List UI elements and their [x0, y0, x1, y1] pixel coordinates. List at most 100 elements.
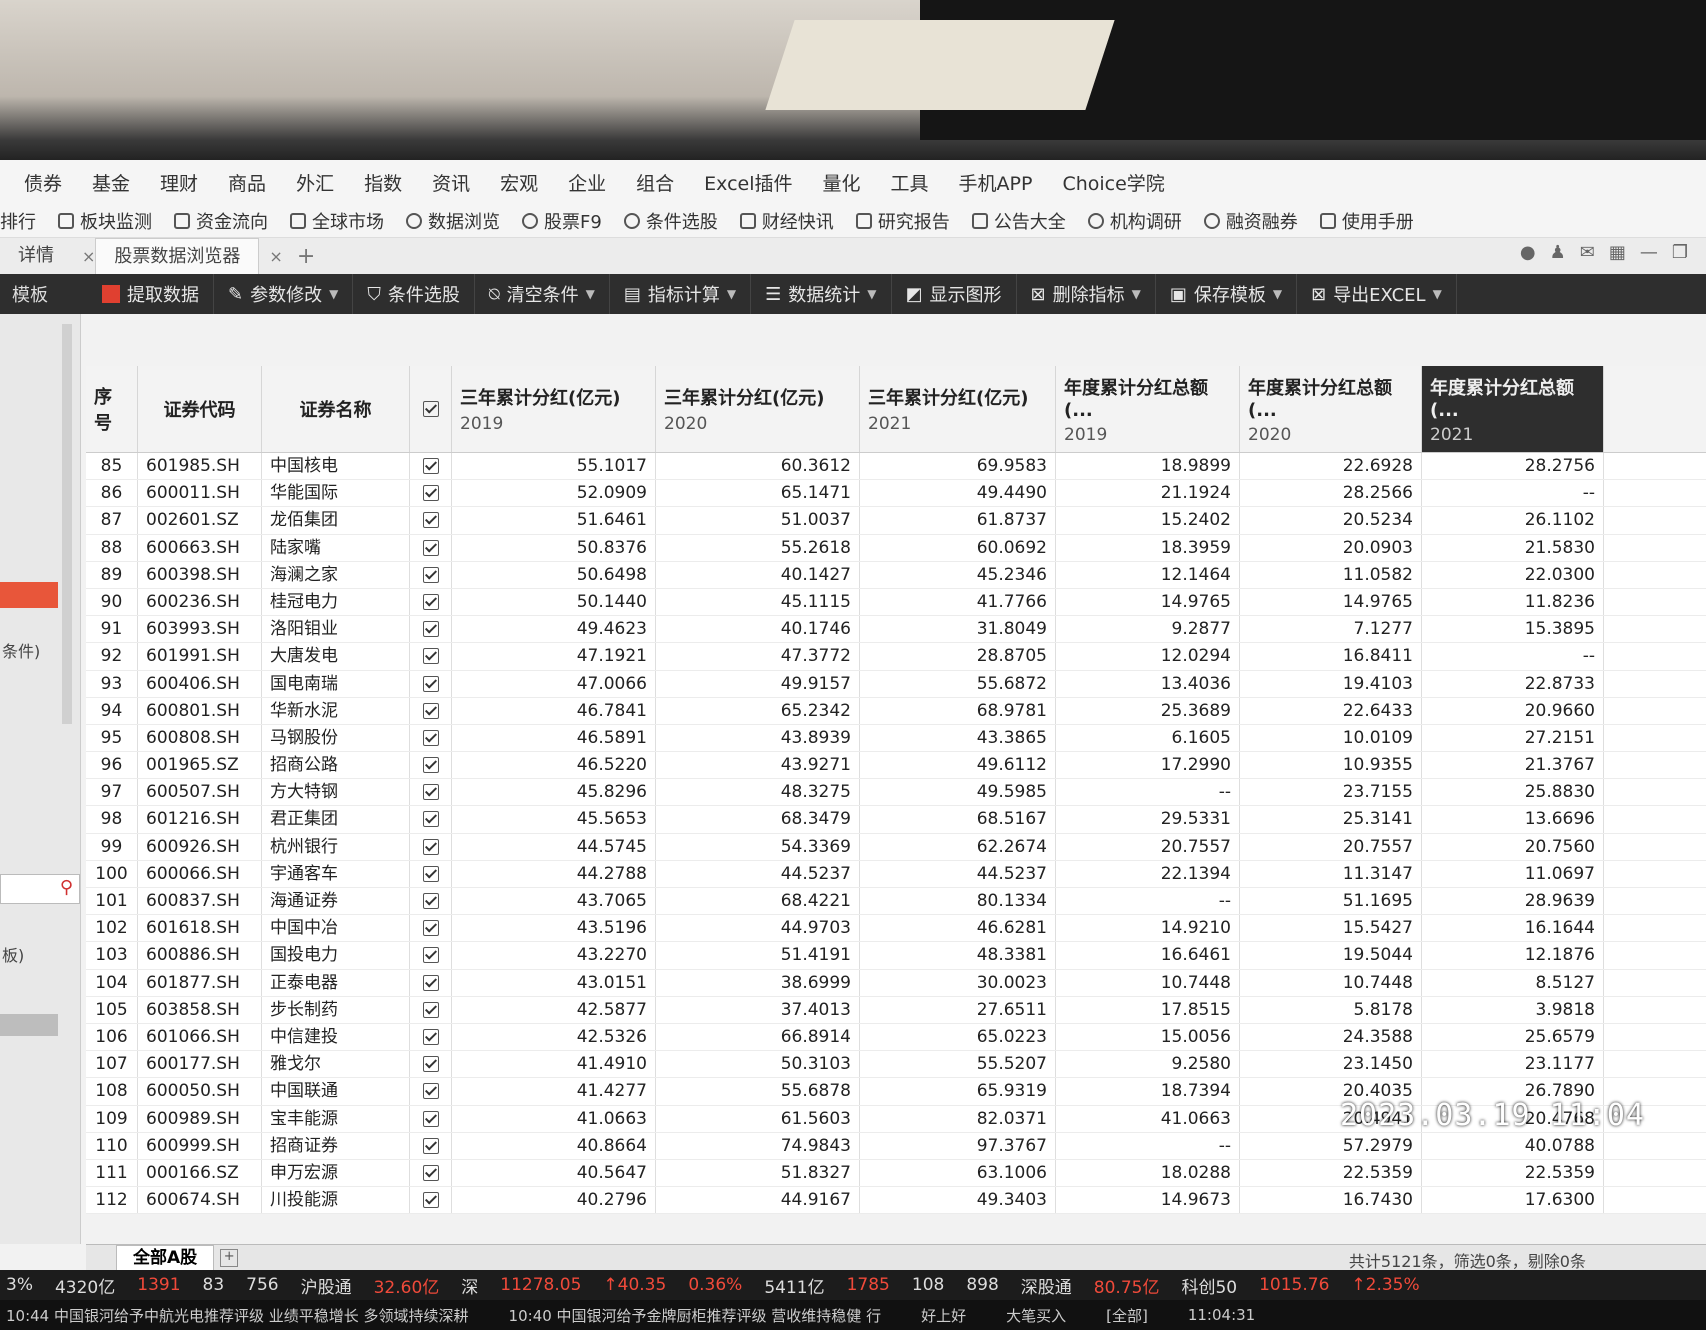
- cell-name[interactable]: 华新水泥: [262, 697, 410, 724]
- cell-name[interactable]: 大唐发电: [262, 643, 410, 670]
- data-stats-button[interactable]: ☰ 数据统计 ▼: [751, 274, 892, 314]
- header-col5[interactable]: 年度累计分红总额(... 2020: [1240, 366, 1422, 452]
- cell-value[interactable]: 37.4013: [656, 996, 860, 1023]
- cell-name[interactable]: 申万宏源: [262, 1159, 410, 1187]
- cell-value[interactable]: 25.3141: [1240, 806, 1422, 833]
- table-row[interactable]: 94 600801.SH 华新水泥 46.7841 65.2342 68.9781 25.3…: [86, 697, 1706, 725]
- cell-value[interactable]: 46.5891: [452, 724, 656, 752]
- menu-item[interactable]: 外汇: [296, 169, 334, 196]
- table-row[interactable]: 107 600177.SH 雅戈尔 41.4910 50.3103 55.5207 9.25…: [86, 1051, 1706, 1079]
- cell-value[interactable]: 66.8914: [656, 1023, 860, 1051]
- cell-value[interactable]: 46.7841: [452, 697, 656, 724]
- toolbar-item[interactable]: 资金流向: [174, 208, 268, 234]
- cell-value[interactable]: 11.0582: [1240, 561, 1422, 588]
- cell-value[interactable]: 48.3381: [860, 942, 1056, 969]
- cell-code[interactable]: 601216.SH: [138, 806, 262, 833]
- cell-seq[interactable]: 94: [86, 697, 138, 724]
- cell-value[interactable]: 8.5127: [1422, 969, 1604, 996]
- table-row[interactable]: 95 600808.SH 马钢股份 46.5891 43.8939 43.3865 6.16…: [86, 724, 1706, 753]
- toolbar-item[interactable]: 使用手册: [1319, 208, 1414, 234]
- menu-item[interactable]: Choice学院: [1062, 169, 1164, 196]
- cell-code[interactable]: 600011.SH: [138, 480, 262, 507]
- cell-value[interactable]: 14.9210: [1056, 915, 1240, 942]
- clear-conditions-button[interactable]: ⍉ 清空条件 ▼: [475, 274, 610, 314]
- row-checkbox[interactable]: [422, 1137, 439, 1154]
- toolbar-item[interactable]: 财经快讯: [739, 208, 834, 234]
- cell-name[interactable]: 华能国际: [262, 480, 410, 507]
- cell-value[interactable]: 49.4490: [860, 480, 1056, 507]
- minimize-icon[interactable]: —: [1640, 242, 1658, 263]
- cell-seq[interactable]: 109: [86, 1105, 138, 1132]
- cell-value[interactable]: 26.1102: [1422, 507, 1604, 534]
- header-col6[interactable]: 年度累计分红总额(... 2021: [1422, 366, 1604, 452]
- toolbar-item[interactable]: 条件选股: [623, 208, 718, 234]
- table-row[interactable]: 88 600663.SH 陆家嘴 50.8376 55.2618 60.0692 18.39…: [86, 534, 1706, 562]
- cell-value[interactable]: 21.1924: [1056, 480, 1240, 507]
- cell-code[interactable]: 601066.SH: [138, 1023, 262, 1051]
- cell-code[interactable]: 600886.SH: [138, 942, 262, 969]
- tab-details[interactable]: 详情: [0, 238, 72, 274]
- row-checkbox[interactable]: [422, 566, 439, 583]
- cell-value[interactable]: 25.8830: [1422, 779, 1604, 806]
- cell-value[interactable]: 15.2402: [1056, 507, 1240, 534]
- cell-code[interactable]: 600177.SH: [138, 1051, 262, 1078]
- cell-seq[interactable]: 104: [86, 969, 138, 996]
- cell-value[interactable]: 5.8178: [1240, 996, 1422, 1023]
- cell-value[interactable]: 14.9765: [1056, 588, 1240, 616]
- cell-value[interactable]: 45.5653: [452, 806, 656, 833]
- cell-code[interactable]: 600926.SH: [138, 833, 262, 860]
- row-checkbox-cell[interactable]: [410, 915, 452, 942]
- cell-value[interactable]: 49.5985: [860, 779, 1056, 806]
- header-code[interactable]: 证券代码: [138, 366, 262, 452]
- cell-value[interactable]: 20.0903: [1240, 534, 1422, 561]
- sidebar-scrollbar[interactable]: [62, 324, 72, 724]
- cell-code[interactable]: 600989.SH: [138, 1105, 262, 1132]
- menu-item[interactable]: 工具: [891, 169, 929, 196]
- cell-name[interactable]: 招商公路: [262, 752, 410, 779]
- cell-name[interactable]: 陆家嘴: [262, 534, 410, 561]
- cell-code[interactable]: 600837.SH: [138, 888, 262, 915]
- cell-value[interactable]: 22.6928: [1240, 453, 1422, 480]
- cell-value[interactable]: 24.3588: [1240, 1023, 1422, 1051]
- cell-value[interactable]: 22.5359: [1240, 1159, 1422, 1187]
- menu-item[interactable]: 商品: [228, 169, 266, 196]
- cell-value[interactable]: 43.2270: [452, 942, 656, 969]
- row-checkbox[interactable]: [422, 539, 439, 556]
- cell-value[interactable]: 51.1695: [1240, 888, 1422, 915]
- table-row[interactable]: 110 600999.SH 招商证券 40.8664 74.9843 97.3767 -- 5…: [86, 1132, 1706, 1160]
- cell-value[interactable]: 44.2788: [452, 860, 656, 887]
- cell-value[interactable]: 43.5196: [452, 915, 656, 942]
- table-row[interactable]: 85 601985.SH 中国核电 55.1017 60.3612 69.9583 18.9…: [86, 453, 1706, 481]
- cell-value[interactable]: 43.3865: [860, 724, 1056, 752]
- cell-value[interactable]: 14.9673: [1056, 1187, 1240, 1214]
- table-row[interactable]: 87 002601.SZ 龙佰集团 51.6461 51.0037 61.8737 15.2…: [86, 507, 1706, 535]
- cell-value[interactable]: 47.0066: [452, 670, 656, 697]
- cell-value[interactable]: 23.7155: [1240, 779, 1422, 806]
- cell-value[interactable]: 51.6461: [452, 507, 656, 534]
- menu-item[interactable]: 量化: [823, 169, 861, 196]
- cell-value[interactable]: 45.8296: [452, 779, 656, 806]
- cell-seq[interactable]: 89: [86, 561, 138, 588]
- cell-value[interactable]: 11.0697: [1422, 860, 1604, 887]
- cell-value[interactable]: 44.9703: [656, 915, 860, 942]
- cell-name[interactable]: 海澜之家: [262, 561, 410, 588]
- cell-seq[interactable]: 91: [86, 616, 138, 643]
- table-row[interactable]: 91 603993.SH 洛阳钼业 49.4623 40.1746 31.8049 9.28…: [86, 616, 1706, 644]
- cell-value[interactable]: 3.9818: [1422, 996, 1604, 1023]
- cell-value[interactable]: 51.8327: [656, 1159, 860, 1187]
- cell-seq[interactable]: 106: [86, 1023, 138, 1051]
- table-row[interactable]: 98 601216.SH 君正集团 45.5653 68.3479 68.5167 29.5…: [86, 806, 1706, 834]
- cell-value[interactable]: 6.1605: [1056, 724, 1240, 752]
- cell-value[interactable]: 30.0023: [860, 969, 1056, 996]
- cell-seq[interactable]: 90: [86, 588, 138, 616]
- cell-value[interactable]: 65.0223: [860, 1023, 1056, 1051]
- cell-value[interactable]: 55.6878: [656, 1078, 860, 1105]
- table-row[interactable]: 92 601991.SH 大唐发电 47.1921 47.3772 28.8705 12.0…: [86, 643, 1706, 671]
- cell-value[interactable]: 60.0692: [860, 534, 1056, 561]
- row-checkbox[interactable]: [422, 1110, 439, 1127]
- cell-name[interactable]: 桂冠电力: [262, 588, 410, 616]
- cell-code[interactable]: 603993.SH: [138, 616, 262, 643]
- cell-value[interactable]: 28.2566: [1240, 480, 1422, 507]
- cell-name[interactable]: 中国联通: [262, 1078, 410, 1105]
- row-checkbox-cell[interactable]: [410, 779, 452, 806]
